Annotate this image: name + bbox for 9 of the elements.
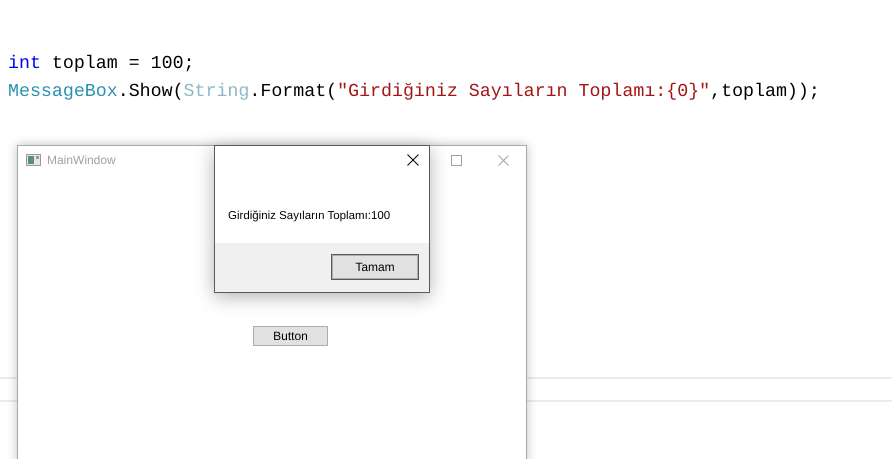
ok-button[interactable]: Tamam [331, 254, 419, 280]
main-button[interactable]: Button [253, 326, 328, 346]
window-title: MainWindow [47, 152, 116, 169]
close-icon[interactable] [407, 154, 419, 166]
code-line: MessageBox.Show(String.Format("Girdiğiniz Sayıların Toplamı:{0}",toplam)); [8, 81, 820, 104]
message-text: Girdiğiniz Sayıların Toplamı:100 [228, 210, 390, 222]
maximize-icon[interactable] [451, 154, 462, 166]
window-app-icon [26, 154, 41, 166]
code-line: int toplam = 100; [8, 53, 196, 76]
